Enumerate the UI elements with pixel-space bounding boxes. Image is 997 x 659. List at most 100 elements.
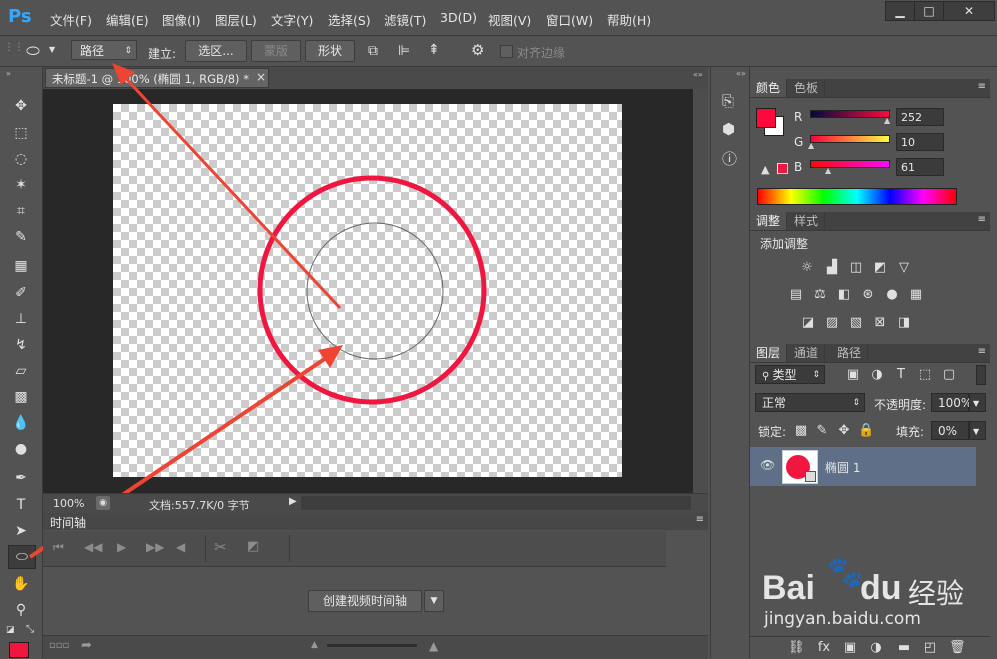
tab-color[interactable]: 颜色 bbox=[750, 79, 788, 97]
pixel-filter-icon[interactable]: ▣ bbox=[845, 368, 861, 382]
opacity-field[interactable]: 100% bbox=[931, 393, 972, 412]
fill-field[interactable]: 0% bbox=[931, 421, 969, 440]
ellipse-tool-icon[interactable]: ⬭ bbox=[8, 545, 36, 569]
transition-icon[interactable]: ◩ bbox=[247, 539, 259, 554]
color-balance-icon[interactable]: ⚖ bbox=[812, 288, 828, 302]
make-shape-button[interactable]: 形状 bbox=[305, 40, 355, 62]
collapse-arrows-icon[interactable]: «» bbox=[693, 70, 703, 79]
fill-dropdown[interactable]: ▼ bbox=[969, 421, 986, 440]
first-frame-icon[interactable]: ⏮ bbox=[53, 540, 64, 555]
filter-toggle[interactable] bbox=[976, 365, 986, 385]
menu-image[interactable]: 图像(I) bbox=[162, 10, 200, 29]
play-icon[interactable]: ▶ bbox=[117, 540, 126, 554]
maximize-button[interactable]: □ bbox=[914, 1, 944, 21]
collapse-arrows-icon[interactable]: » bbox=[6, 69, 11, 78]
channel-mixer-icon[interactable]: ● bbox=[884, 288, 900, 302]
posterize-icon[interactable]: ▨ bbox=[824, 316, 840, 330]
link-layers-icon[interactable]: ⛓ bbox=[788, 641, 805, 655]
clone-stamp-tool-icon[interactable]: ⊥ bbox=[8, 308, 34, 330]
lock-transparent-icon[interactable]: ▩ bbox=[793, 424, 809, 438]
path-selection-tool-icon[interactable]: ➤ bbox=[8, 520, 34, 542]
magic-wand-tool-icon[interactable]: ✶ bbox=[8, 174, 34, 196]
menu-type[interactable]: 文字(Y) bbox=[271, 10, 313, 29]
tab-adjustments[interactable]: 调整 bbox=[750, 212, 788, 230]
3d-panel-icon[interactable]: ⬢ bbox=[722, 120, 735, 138]
b-slider[interactable] bbox=[810, 160, 890, 168]
r-slider[interactable] bbox=[810, 110, 890, 118]
hand-tool-icon[interactable]: ✋ bbox=[8, 573, 34, 595]
adjustment-filter-icon[interactable]: ◑ bbox=[869, 368, 885, 382]
trash-icon[interactable]: 🗑 bbox=[949, 641, 966, 655]
tab-swatches[interactable]: 色板 bbox=[788, 79, 826, 97]
shape-filter-icon[interactable]: ⬚ bbox=[917, 368, 933, 382]
menu-3d[interactable]: 3D(D) bbox=[440, 10, 477, 25]
g-slider-thumb[interactable]: ▲ bbox=[808, 141, 814, 150]
menu-help[interactable]: 帮助(H) bbox=[607, 10, 651, 29]
menu-select[interactable]: 选择(S) bbox=[328, 10, 371, 29]
lasso-tool-icon[interactable]: ◌ bbox=[8, 148, 34, 170]
crop-tool-icon[interactable]: ⌗ bbox=[8, 200, 34, 222]
r-value-field[interactable]: 252 bbox=[896, 108, 944, 126]
pen-tool-icon[interactable]: ✒ bbox=[8, 467, 34, 489]
close-tab-icon[interactable]: × bbox=[256, 70, 266, 84]
invert-icon[interactable]: ◪ bbox=[800, 316, 816, 330]
menu-window[interactable]: 窗口(W) bbox=[546, 10, 593, 29]
panel-menu-icon[interactable]: ≡ bbox=[696, 514, 704, 525]
eye-icon[interactable]: 👁 bbox=[760, 458, 775, 472]
b-slider-thumb[interactable]: ▲ bbox=[825, 166, 831, 175]
align-edges-checkbox[interactable] bbox=[500, 45, 513, 58]
path-arrangement-icon[interactable]: ⇞ bbox=[428, 42, 440, 58]
gradient-tool-icon[interactable]: ▩ bbox=[8, 386, 34, 408]
smart-object-filter-icon[interactable]: ▢ bbox=[941, 368, 957, 382]
opacity-dropdown[interactable]: ▼ bbox=[969, 393, 986, 412]
eyedropper-tool-icon[interactable]: ✎ bbox=[8, 226, 34, 248]
move-tool-icon[interactable]: ✥ bbox=[8, 95, 34, 117]
timeline-view-icon[interactable]: ▫▫▫ bbox=[49, 640, 69, 651]
lock-position-icon[interactable]: ✥ bbox=[836, 424, 852, 438]
chevron-down-icon[interactable]: ▼ bbox=[49, 45, 55, 54]
scissors-icon[interactable]: ✂ bbox=[214, 538, 227, 556]
close-window-button[interactable]: ✕ bbox=[943, 1, 995, 21]
dodge-tool-icon[interactable]: ● bbox=[8, 438, 34, 460]
swap-colors-icon[interactable]: ⤡ bbox=[26, 624, 34, 635]
healing-brush-tool-icon[interactable]: ▦ bbox=[8, 255, 34, 277]
convert-icon[interactable]: ➦ bbox=[81, 638, 92, 653]
hue-saturation-icon[interactable]: ▤ bbox=[788, 288, 804, 302]
status-info-icon[interactable]: ◉ bbox=[96, 496, 110, 510]
zoom-in-mountain-icon[interactable]: ▲ bbox=[429, 639, 438, 653]
curves-icon[interactable]: ◫ bbox=[848, 261, 864, 275]
timeline-title[interactable]: 时间轴 bbox=[50, 514, 86, 531]
timeline-zoom-slider[interactable] bbox=[327, 644, 417, 647]
tab-channels[interactable]: 通道 bbox=[788, 344, 826, 362]
previous-frame-icon[interactable]: ◀◀ bbox=[84, 540, 102, 554]
g-value-field[interactable]: 10 bbox=[896, 133, 944, 151]
eraser-tool-icon[interactable]: ▱ bbox=[8, 360, 34, 382]
make-selection-button[interactable]: 选区... bbox=[185, 40, 247, 62]
vertical-scrollbar[interactable] bbox=[693, 89, 708, 493]
add-mask-icon[interactable]: ▣ bbox=[842, 641, 858, 655]
menu-file[interactable]: 文件(F) bbox=[50, 10, 92, 29]
tab-styles[interactable]: 样式 bbox=[788, 212, 826, 230]
color-spectrum-bar[interactable] bbox=[757, 188, 957, 205]
minimize-button[interactable]: ▁ bbox=[885, 1, 915, 21]
new-adjustment-icon[interactable]: ◑ bbox=[868, 641, 884, 655]
lock-image-icon[interactable]: ✎ bbox=[814, 424, 830, 438]
foreground-color-swatch[interactable] bbox=[756, 108, 776, 128]
gradient-map-icon[interactable]: ◨ bbox=[896, 316, 912, 330]
blur-tool-icon[interactable]: 💧 bbox=[8, 412, 34, 434]
r-slider-thumb[interactable]: ▲ bbox=[884, 116, 890, 125]
default-colors-icon[interactable]: ◪ bbox=[6, 625, 15, 635]
ellipse-tool-preset-icon[interactable]: ⬭ bbox=[20, 41, 46, 60]
menu-edit[interactable]: 编辑(E) bbox=[106, 10, 149, 29]
gear-icon[interactable]: ⚙ bbox=[471, 41, 484, 59]
vibrance-icon[interactable]: ▽ bbox=[896, 261, 912, 275]
panel-menu-icon[interactable]: ≡ bbox=[978, 346, 986, 357]
info-icon[interactable]: ⓘ bbox=[722, 148, 737, 169]
photo-filter-icon[interactable]: ⊛ bbox=[860, 288, 876, 302]
tab-layers[interactable]: 图层 bbox=[750, 344, 788, 362]
menu-filter[interactable]: 滤镜(T) bbox=[384, 10, 426, 29]
fx-icon[interactable]: fx bbox=[816, 641, 832, 655]
audio-icon[interactable]: ◀ bbox=[176, 540, 185, 554]
menu-layer[interactable]: 图层(L) bbox=[215, 10, 257, 29]
new-layer-icon[interactable]: ◰ bbox=[922, 641, 938, 655]
